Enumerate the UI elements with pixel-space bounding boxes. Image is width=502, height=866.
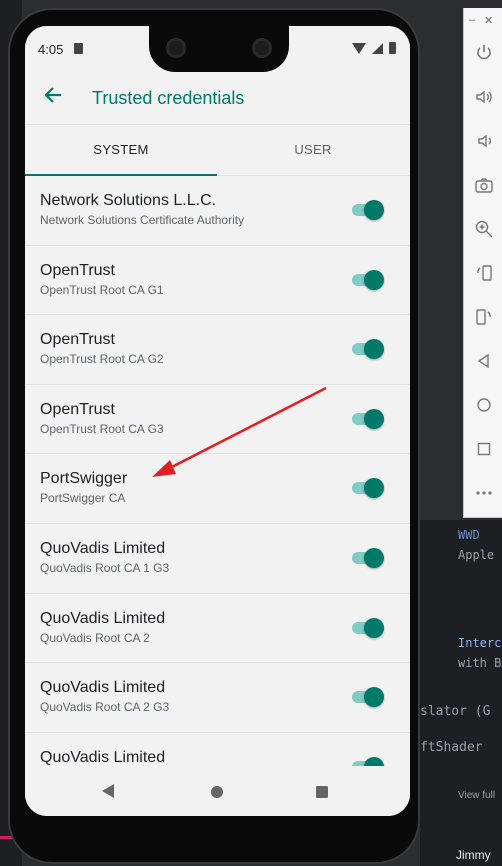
certificate-name: OpenTrust Root CA G1: [40, 282, 164, 297]
certificate-toggle[interactable]: [352, 756, 384, 766]
page-title: Trusted credentials: [92, 88, 245, 108]
certificate-toggle[interactable]: [352, 339, 384, 360]
certificate-name: QuoVadis Root CA 2: [40, 630, 150, 645]
bg-text-shader: ftShader: [420, 740, 483, 755]
certificate-row[interactable]: Network Solutions L.L.C. Network Solutio…: [25, 176, 410, 246]
toggle-thumb: [364, 617, 384, 638]
nav-recents-icon[interactable]: [316, 786, 328, 798]
sd-card-icon: [74, 43, 83, 54]
certificate-row[interactable]: QuoVadis Limited: [25, 733, 410, 766]
back-icon[interactable]: [464, 346, 502, 376]
more-icon[interactable]: [464, 478, 502, 508]
toggle-thumb: [364, 756, 384, 766]
certificate-name: PortSwigger CA: [40, 491, 126, 506]
certificate-row[interactable]: OpenTrust OpenTrust Root CA G3: [25, 385, 410, 455]
signal-icon: [372, 42, 383, 54]
close-icon[interactable]: ✕: [484, 14, 493, 27]
certificate-name: Network Solutions Certificate Authority: [40, 213, 245, 227]
certificate-org: PortSwigger: [40, 470, 128, 488]
app-bar: Trusted credentials: [25, 74, 410, 124]
certificate-toggle[interactable]: [352, 200, 384, 220]
toggle-thumb: [364, 200, 384, 220]
bg-text-apple: Apple: [458, 548, 495, 562]
rotate-left-icon[interactable]: [464, 258, 502, 288]
toggle-thumb: [364, 269, 384, 290]
bg-text-view-full: View full: [458, 790, 496, 801]
certificate-row[interactable]: QuoVadis Limited QuoVadis Root CA 1 G3: [25, 524, 410, 594]
back-arrow-icon[interactable]: [39, 84, 67, 112]
status-bar: 4:05: [25, 26, 410, 74]
bg-text-slator: slator (G: [420, 704, 491, 719]
certificate-org: OpenTrust: [40, 261, 115, 279]
certificate-row-portswigger[interactable]: PortSwigger PortSwigger CA: [25, 454, 410, 524]
battery-icon: [389, 42, 396, 54]
home-icon[interactable]: [464, 390, 502, 420]
tab-bar: SYSTEM USER: [25, 124, 410, 176]
toggle-thumb: [364, 478, 384, 499]
power-icon[interactable]: [464, 38, 502, 68]
nav-home-icon[interactable]: [211, 786, 223, 798]
minimize-icon[interactable]: –: [469, 14, 475, 26]
bg-text-with: with B: [458, 656, 502, 670]
emulator-toolbar: – ✕: [463, 8, 502, 518]
certificate-name: OpenTrust Root CA G3: [40, 421, 164, 436]
overview-icon[interactable]: [464, 434, 502, 464]
status-time: 4:05: [38, 42, 64, 57]
volume-down-icon[interactable]: [464, 126, 502, 156]
certificate-org: QuoVadis Limited: [40, 748, 166, 766]
camera-notch: [149, 26, 289, 72]
certificate-org: OpenTrust: [40, 331, 115, 349]
certificate-org: Network Solutions L.L.C.: [40, 192, 217, 209]
toggle-thumb: [364, 547, 384, 568]
desktop-background-right: [420, 520, 502, 866]
certificate-row[interactable]: OpenTrust OpenTrust Root CA G2: [25, 315, 410, 385]
volume-up-icon[interactable]: [464, 82, 502, 112]
certificate-row[interactable]: QuoVadis Limited QuoVadis Root CA 2 G3: [25, 663, 410, 733]
front-sensor-icon: [252, 38, 272, 58]
tab-system[interactable]: SYSTEM: [25, 125, 217, 175]
front-camera-icon: [166, 38, 186, 58]
rotate-right-icon[interactable]: [464, 302, 502, 332]
device-screen: 4:05 Trusted credentials SYSTEM USER Net…: [25, 26, 410, 816]
certificate-org: OpenTrust: [40, 400, 115, 418]
certificate-org: QuoVadis Limited: [40, 609, 166, 627]
certificate-toggle[interactable]: [352, 547, 384, 568]
status-icons: [352, 42, 396, 54]
certificate-name: QuoVadis Root CA 2 G3: [40, 700, 170, 715]
navigation-bar: [25, 766, 410, 816]
certificate-toggle[interactable]: [352, 617, 384, 638]
certificate-org: QuoVadis Limited: [40, 679, 166, 697]
bg-text-interc: Interc: [458, 636, 502, 650]
certificate-toggle[interactable]: [352, 687, 384, 708]
bg-text-wwdc: WWD: [458, 528, 480, 542]
certificate-org: QuoVadis Limited: [40, 539, 166, 557]
zoom-icon[interactable]: [464, 214, 502, 244]
certificate-toggle[interactable]: [352, 478, 384, 499]
certificate-row[interactable]: OpenTrust OpenTrust Root CA G1: [25, 246, 410, 316]
certificate-toggle[interactable]: [352, 269, 384, 290]
certificate-name: QuoVadis Root CA 1 G3: [40, 560, 170, 575]
tab-user[interactable]: USER: [217, 125, 409, 175]
camera-icon[interactable]: [464, 170, 502, 200]
certificate-list: Network Solutions L.L.C. Network Solutio…: [25, 176, 410, 766]
toggle-thumb: [364, 408, 384, 429]
toggle-thumb: [364, 339, 384, 360]
wifi-icon: [352, 42, 366, 54]
certificate-toggle[interactable]: [352, 408, 384, 429]
nav-back-icon[interactable]: [102, 784, 114, 798]
bg-text-jimmy: Jimmy: [456, 848, 491, 862]
toggle-thumb: [364, 687, 384, 708]
certificate-row[interactable]: QuoVadis Limited QuoVadis Root CA 2: [25, 594, 410, 664]
certificate-name: OpenTrust Root CA G2: [40, 352, 164, 367]
